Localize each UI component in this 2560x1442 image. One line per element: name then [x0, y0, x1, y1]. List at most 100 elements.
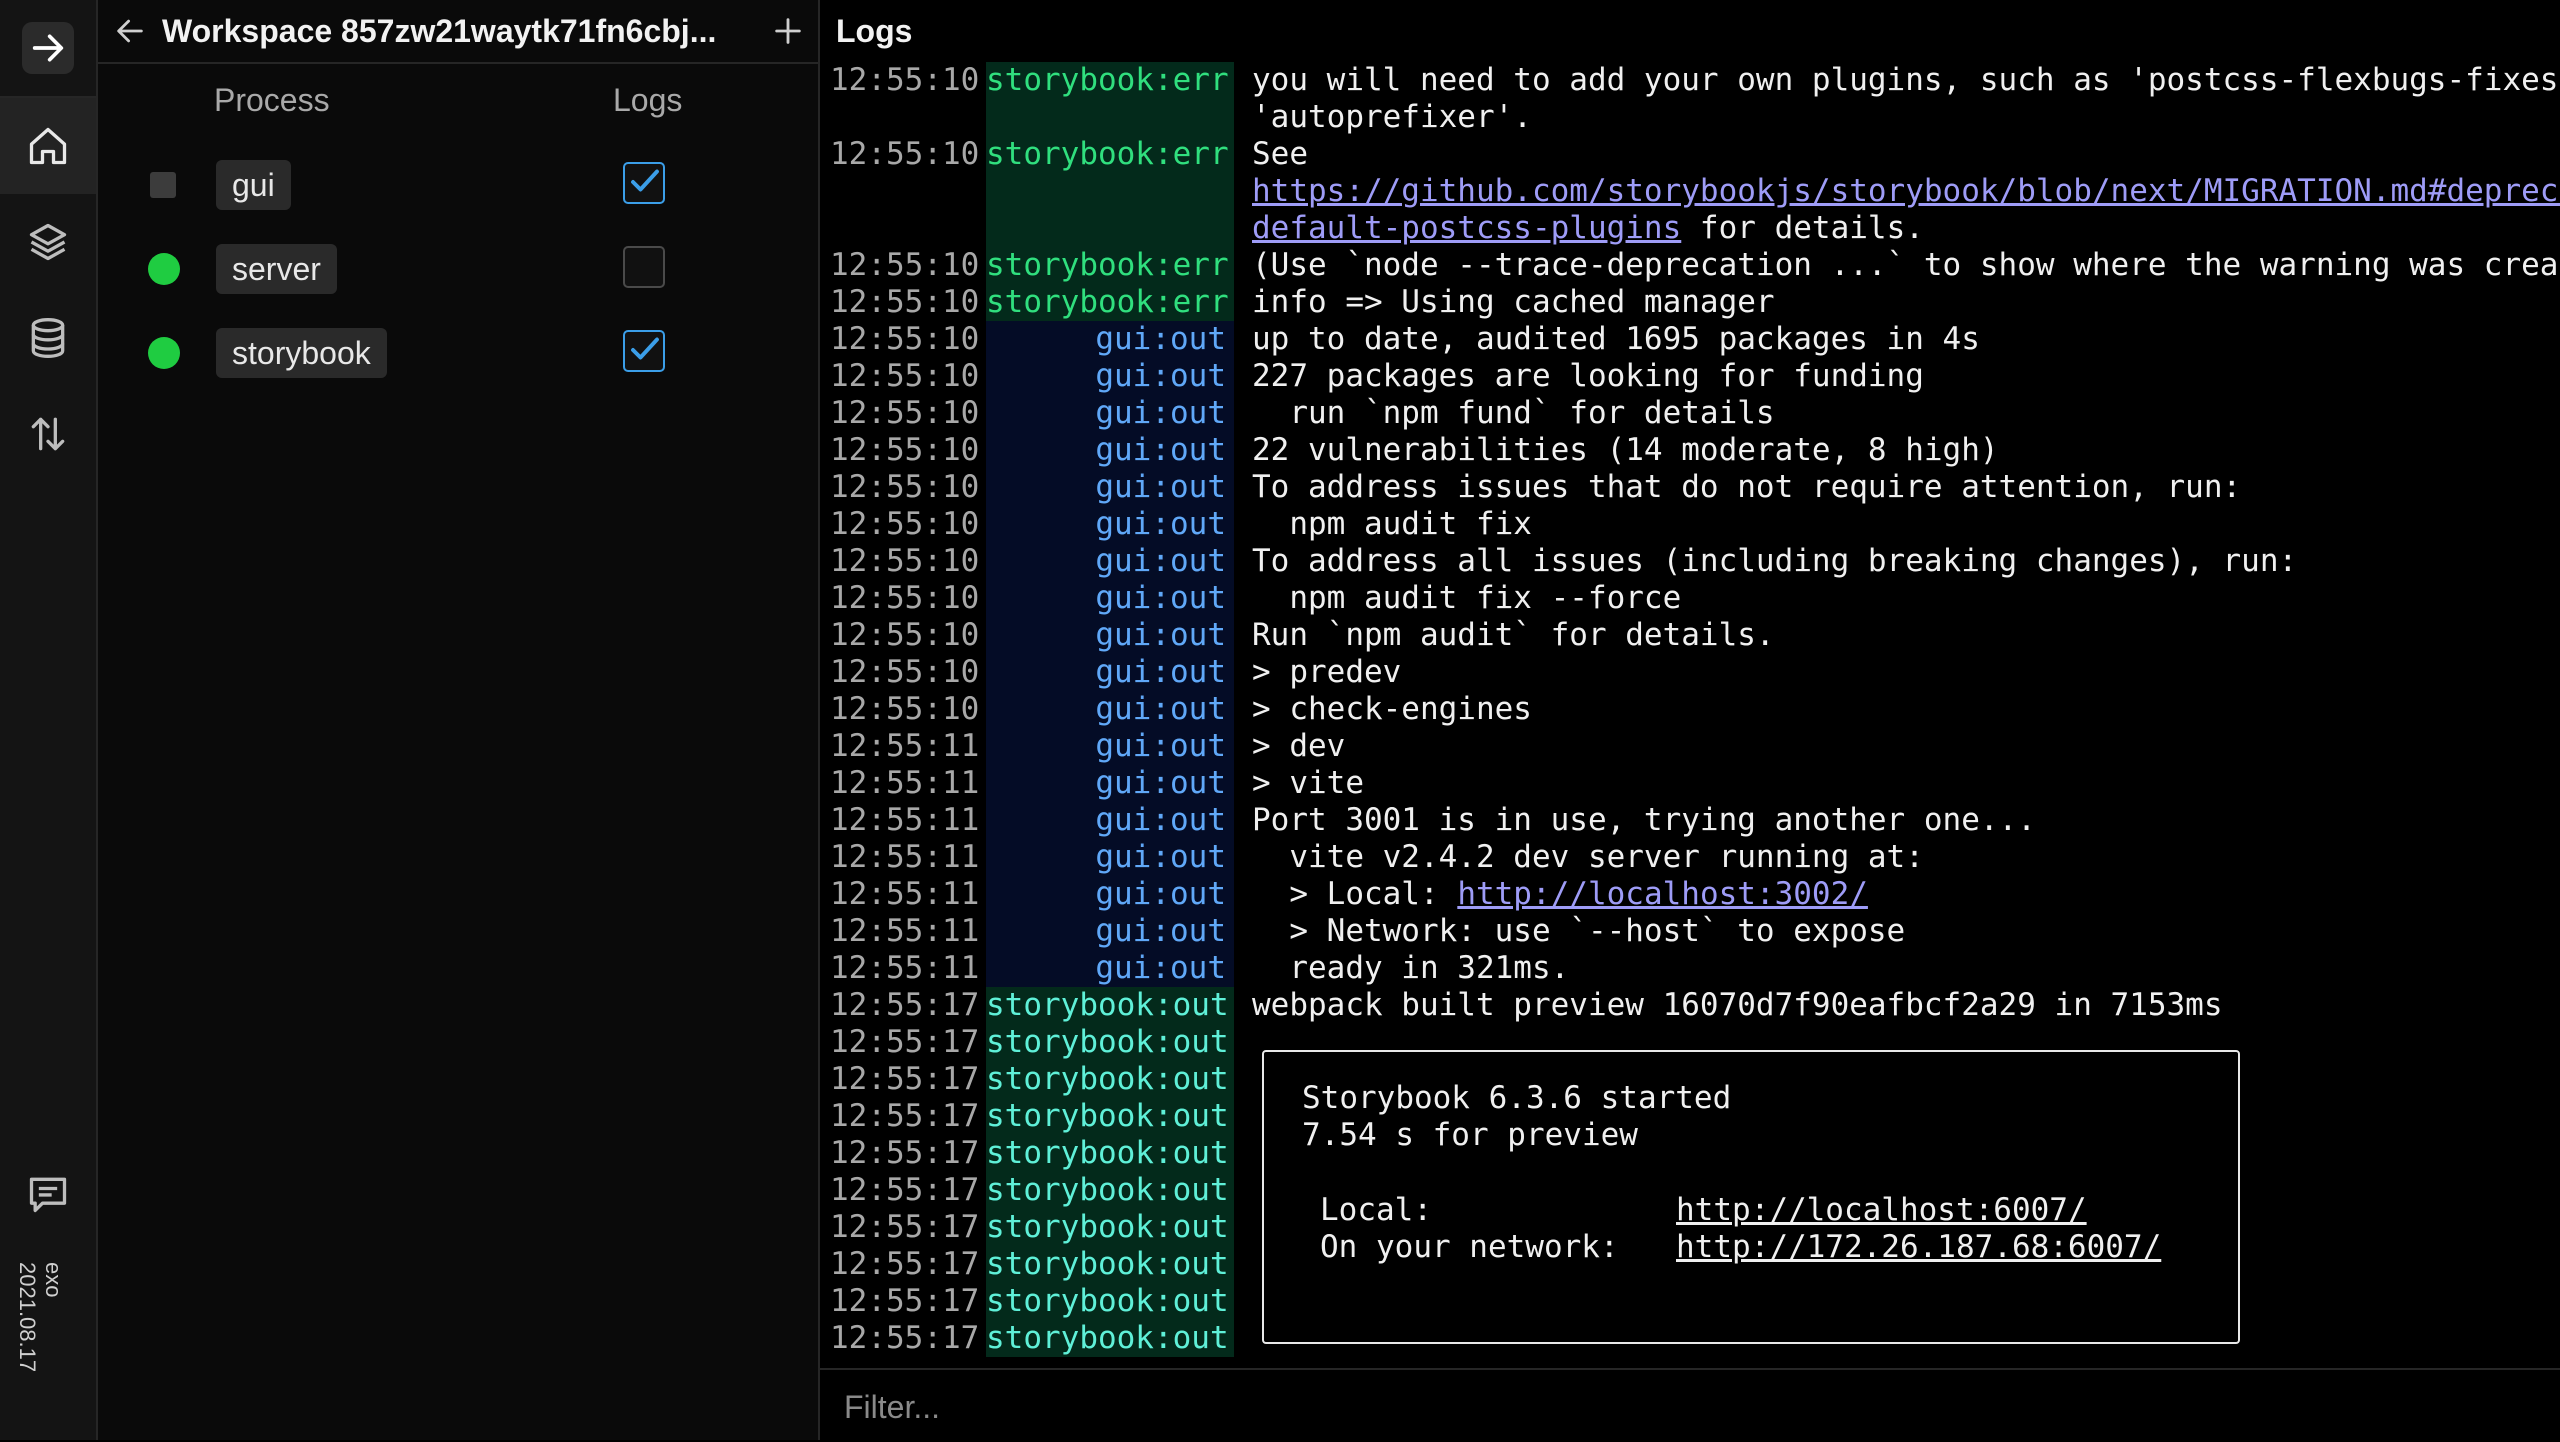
log-source: storybook:out [986, 1320, 1234, 1357]
database-icon [31, 318, 65, 358]
log-timestamp: 12:55:10 [830, 469, 980, 505]
log-timestamp: 12:55:17 [830, 1172, 980, 1208]
process-name[interactable]: server [216, 244, 337, 294]
log-source: storybook:err [986, 284, 1234, 321]
feedback-button[interactable] [0, 1146, 96, 1242]
log-source: gui:out [986, 654, 1234, 691]
log-message-text: Run `npm audit` for details. [1252, 617, 1775, 653]
log-link[interactable]: default-postcss-plugins [1252, 210, 1681, 246]
log-output[interactable]: 12:55:17 storybook:out 12:55:17 storybook:o… [820, 62, 2560, 1368]
storybook-started-text: Storybook 6.3.6 started [1302, 1080, 1732, 1116]
log-source: gui:out [986, 691, 1234, 728]
logo-button[interactable] [22, 22, 74, 74]
nav-transfer[interactable] [0, 386, 96, 482]
log-line: 12:55:10 gui:out To address issues that do… [820, 469, 2560, 506]
back-button[interactable] [98, 0, 162, 62]
log-message: https://github.com/storybookjs/storybook… [1252, 173, 2560, 210]
log-timestamp: 12:55:10 [830, 580, 980, 616]
log-line: 12:55:10 gui:out npm audit fix [820, 506, 2560, 543]
log-link[interactable]: http://localhost:3002/ [1457, 876, 1868, 912]
logs-header: Logs [820, 0, 2560, 62]
check-icon [631, 169, 659, 192]
home-icon [29, 127, 67, 165]
log-line: 12:55:10 storybook:err info => Using cache… [820, 284, 2560, 321]
process-table-header: Process Logs [98, 82, 818, 132]
log-line: 12:55:10 gui:out Run `npm audit` for detai… [820, 617, 2560, 654]
nav-database[interactable] [0, 290, 96, 386]
log-timestamp: 12:55:11 [830, 950, 980, 986]
process-row: server [98, 234, 818, 304]
nav-layers[interactable] [0, 194, 96, 290]
storybook-preview-time: 7.54 s for preview [1302, 1117, 1638, 1153]
log-line: 12:55:11 gui:out > dev [820, 728, 2560, 765]
add-process-button[interactable] [758, 0, 818, 62]
storybook-local-link[interactable]: http://localhost:6007/ [1676, 1192, 2087, 1229]
log-timestamp: 12:55:17 [830, 1246, 980, 1282]
log-timestamp: 12:55:11 [830, 728, 980, 764]
log-message: 'autoprefixer'. [1252, 99, 1532, 136]
log-timestamp: 12:55:10 [830, 506, 980, 542]
log-source: gui:out [986, 580, 1234, 617]
log-line: 12:55:17 storybook:out webpack built previ… [820, 987, 2560, 1024]
log-message-text: To address all issues (including breakin… [1252, 543, 2298, 579]
log-source: gui:out [986, 358, 1234, 395]
log-message: up to date, audited 1695 packages in 4s [1252, 321, 1980, 358]
log-timestamp: 12:55:11 [830, 765, 980, 801]
log-timestamp: 12:55:17 [830, 1098, 980, 1134]
storybook-network-link[interactable]: http://172.26.187.68:6007/ [1676, 1229, 2161, 1266]
log-line: 12:55:11 gui:out vite v2.4.2 dev server r… [820, 839, 2560, 876]
log-source: gui:out [986, 765, 1234, 802]
logs-checkbox[interactable] [623, 162, 665, 204]
log-message-text: 22 vulnerabilities (14 moderate, 8 high) [1252, 432, 1999, 468]
logs-checkbox[interactable] [623, 246, 665, 288]
filter-input[interactable] [842, 1384, 2526, 1430]
log-line: 12:55:11 gui:out > Local: http://localhos… [820, 876, 2560, 913]
log-message: info => Using cached manager [1252, 284, 1775, 321]
log-link[interactable]: https://github.com/storybookjs/storybook… [1252, 173, 2560, 209]
log-source: storybook:out [986, 1024, 1234, 1061]
log-message: 22 vulnerabilities (14 moderate, 8 high) [1252, 432, 1999, 469]
log-source: gui:out [986, 876, 1234, 913]
log-source: storybook:out [986, 1061, 1234, 1098]
log-timestamp: 12:55:17 [830, 1024, 980, 1060]
log-timestamp: 12:55:17 [830, 1283, 980, 1319]
log-source [986, 99, 1234, 136]
log-line: 12:55:10 gui:out To address all issues (in… [820, 543, 2560, 580]
log-source: storybook:out [986, 1098, 1234, 1135]
log-timestamp: 12:55:11 [830, 913, 980, 949]
log-message-text: vite v2.4.2 dev server running at: [1252, 839, 1924, 875]
status-running-indicator[interactable] [148, 253, 180, 285]
log-message-text: 'autoprefixer'. [1252, 99, 1532, 135]
log-source: gui:out [986, 506, 1234, 543]
log-line: 12:55:11 gui:out ready in 321ms. [820, 950, 2560, 987]
storybook-local-label: Local: [1320, 1192, 1432, 1228]
log-message: (Use `node --trace-deprecation ...` to s… [1252, 247, 2560, 284]
log-source: storybook:out [986, 1209, 1234, 1246]
log-timestamp: 12:55:11 [830, 839, 980, 875]
log-source: storybook:out [986, 1283, 1234, 1320]
log-message-text: To address issues that do not require at… [1252, 469, 2242, 505]
log-message: > vite [1252, 765, 1364, 802]
log-message: > dev [1252, 728, 1345, 765]
log-message: > Local: http://localhost:3002/ [1252, 876, 1868, 913]
log-message: npm audit fix [1252, 506, 1532, 543]
logs-checkbox[interactable] [623, 330, 665, 372]
log-message-text: ready in 321ms. [1252, 950, 1570, 986]
log-message-text: info => Using cached manager [1252, 284, 1775, 320]
log-message: > predev [1252, 654, 1401, 691]
log-message-text: See [1252, 136, 1308, 172]
log-message: To address all issues (including breakin… [1252, 543, 2297, 580]
log-message-text: > Local: [1252, 876, 1458, 912]
log-message: 227 packages are looking for funding [1252, 358, 1924, 395]
status-stopped-indicator[interactable] [150, 172, 176, 198]
log-message-text: > predev [1252, 654, 1402, 690]
process-name[interactable]: gui [216, 160, 291, 210]
nav-home[interactable] [0, 98, 96, 194]
process-row: storybook [98, 318, 818, 388]
status-running-indicator[interactable] [148, 337, 180, 369]
log-message: Port 3001 is in use, trying another one.… [1252, 802, 2036, 839]
log-source: gui:out [986, 469, 1234, 506]
column-process: Process [214, 82, 330, 118]
process-name[interactable]: storybook [216, 328, 387, 378]
log-message: See [1252, 136, 1308, 173]
